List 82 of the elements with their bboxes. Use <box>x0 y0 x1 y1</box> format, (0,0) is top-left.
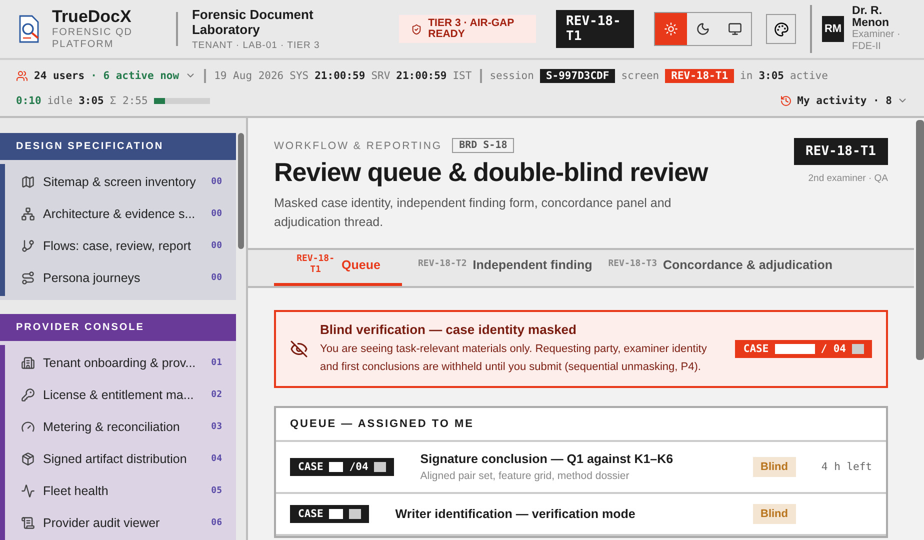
nav-icon <box>21 420 35 434</box>
status-text: 19 Aug 2026 <box>214 70 284 82</box>
sidebar-item[interactable]: Architecture & evidence s... 00 <box>5 198 236 230</box>
status-text: SYS <box>290 70 309 82</box>
page-title: Review queue & double-blind review <box>274 157 710 188</box>
brand-tagline: FORENSIC QD PLATFORM <box>52 27 134 51</box>
status-text: 3:05 <box>758 70 784 82</box>
masked-case-chip: CASE /04 <box>290 458 394 476</box>
queue-heading: QUEUE — ASSIGNED TO ME <box>276 408 886 442</box>
session-chip: S-997D3CDF <box>540 68 616 82</box>
status-text: session <box>490 70 534 82</box>
status-text: 3:05 <box>78 94 104 106</box>
status-text: 21:00:59 <box>396 70 447 82</box>
status-text: 0:10 <box>16 94 42 106</box>
nav-icon <box>21 484 35 498</box>
sidebar-item[interactable]: Persona journeys 00 <box>5 262 236 294</box>
role-caption: 2nd examiner · QA <box>808 173 888 184</box>
status-text: idle <box>47 94 73 106</box>
blind-badge: Blind <box>752 457 796 477</box>
queue-item-subtitle: Aligned pair set, feature grid, method dossier <box>420 470 630 482</box>
user-name: Dr. R. Menon <box>852 5 890 29</box>
moon-icon <box>696 22 710 36</box>
status-text: SRV <box>371 70 390 82</box>
screen-code-badge: REV-18-T1 <box>556 10 634 48</box>
screen-code-badge: REV-18-T1 <box>794 138 888 165</box>
sidebar-section-header: DESIGN SPECIFICATION <box>0 133 236 160</box>
masked-case-chip: CASE <box>290 505 370 523</box>
lab-name: Forensic Document Laboratory <box>192 7 314 37</box>
status-text: screen <box>621 70 660 82</box>
monitor-icon <box>728 22 742 36</box>
palette-icon <box>774 22 789 36</box>
user-avatar: RM <box>822 16 844 42</box>
nav-icon <box>21 175 35 189</box>
status-text: 21:00:59 <box>314 70 366 82</box>
nav-icon <box>21 388 35 402</box>
users-icon <box>16 70 28 82</box>
nav-icon <box>21 207 35 221</box>
sidebar-item[interactable]: Sitemap & screen inventory 00 <box>5 166 236 198</box>
brand-name: TrueDocX <box>52 7 132 27</box>
tab[interactable]: REV-18-T2 Independent finding <box>418 250 592 286</box>
alert-title: Blind verification — case identity masked <box>320 322 578 337</box>
nav-icon <box>21 271 35 285</box>
sidebar-item[interactable]: Fleet health 05 <box>5 475 236 507</box>
sidebar-section-header: PROVIDER CONSOLE <box>0 314 236 341</box>
masked-case-chip: CASE / 04 <box>735 340 872 358</box>
sidebar-item[interactable]: Flows: case, review, report 00 <box>5 230 236 262</box>
nav-icon <box>21 356 35 370</box>
sidebar-item[interactable]: Tenant onboarding & prov... 01 <box>5 347 236 379</box>
alert-body: You are seeing task-relevant materials only. Requesting party, examiner identity and first conclusions are withheld until you submit (sequential unmasking, P4). <box>320 342 708 375</box>
sun-icon <box>664 22 678 36</box>
status-text: Σ 2:55 <box>110 94 148 106</box>
brd-tag: BRD S-18 <box>452 138 514 153</box>
sidebar-item[interactable]: Provider audit viewer 06 <box>5 507 236 539</box>
page-description: Masked case identity, independent finding form, concordance panel and adjudication thread. <box>274 195 672 231</box>
queue-row[interactable]: CASE Writer identification — verification mode Blind <box>276 494 886 536</box>
blind-badge: Blind <box>752 504 796 524</box>
my-activity-button[interactable]: My activity · 8 <box>780 94 908 106</box>
sidebar-item[interactable]: License & entitlement ma... 02 <box>5 379 236 411</box>
user-count: 24 users <box>34 70 85 82</box>
time-left: 4 h left <box>820 461 872 473</box>
queue-row[interactable]: CASE /04 Signature conclusion — Q1 against K1–K6 Aligned pair set, feature grid, method dossier Blind 4 h left <box>276 442 886 494</box>
user-role: Examiner · FDE-II <box>852 29 902 53</box>
queue-item-title: Signature conclusion — Q1 against K1–K6 <box>420 452 674 466</box>
nav-icon <box>21 452 35 466</box>
status-text: · 6 active now <box>90 70 180 82</box>
sidebar-item[interactable]: Metering & reconciliation 03 <box>5 411 236 443</box>
palette-button[interactable] <box>766 14 796 44</box>
nav-icon <box>21 239 35 253</box>
tab[interactable]: REV-18-T3 Concordance & adjudication <box>608 250 832 286</box>
section-eyebrow: WORKFLOW & REPORTING <box>274 140 442 152</box>
shield-icon <box>411 24 422 34</box>
history-icon <box>780 94 792 106</box>
queue-item-title: Writer identification — verification mode <box>395 507 636 521</box>
eye-off-icon <box>290 340 308 358</box>
tier-badge: TIER 3 · AIR-GAP READY <box>399 15 536 43</box>
tenant-label: TENANT · LAB-01 · TIER 3 <box>192 40 321 51</box>
nav-icon <box>21 516 35 530</box>
status-text: in <box>740 70 753 82</box>
screen-chip: REV-18-T1 <box>665 68 734 82</box>
status-text: active <box>790 70 828 82</box>
status-text: IST <box>452 70 472 82</box>
sidebar-item[interactable]: Signed artifact distribution 04 <box>5 443 236 475</box>
